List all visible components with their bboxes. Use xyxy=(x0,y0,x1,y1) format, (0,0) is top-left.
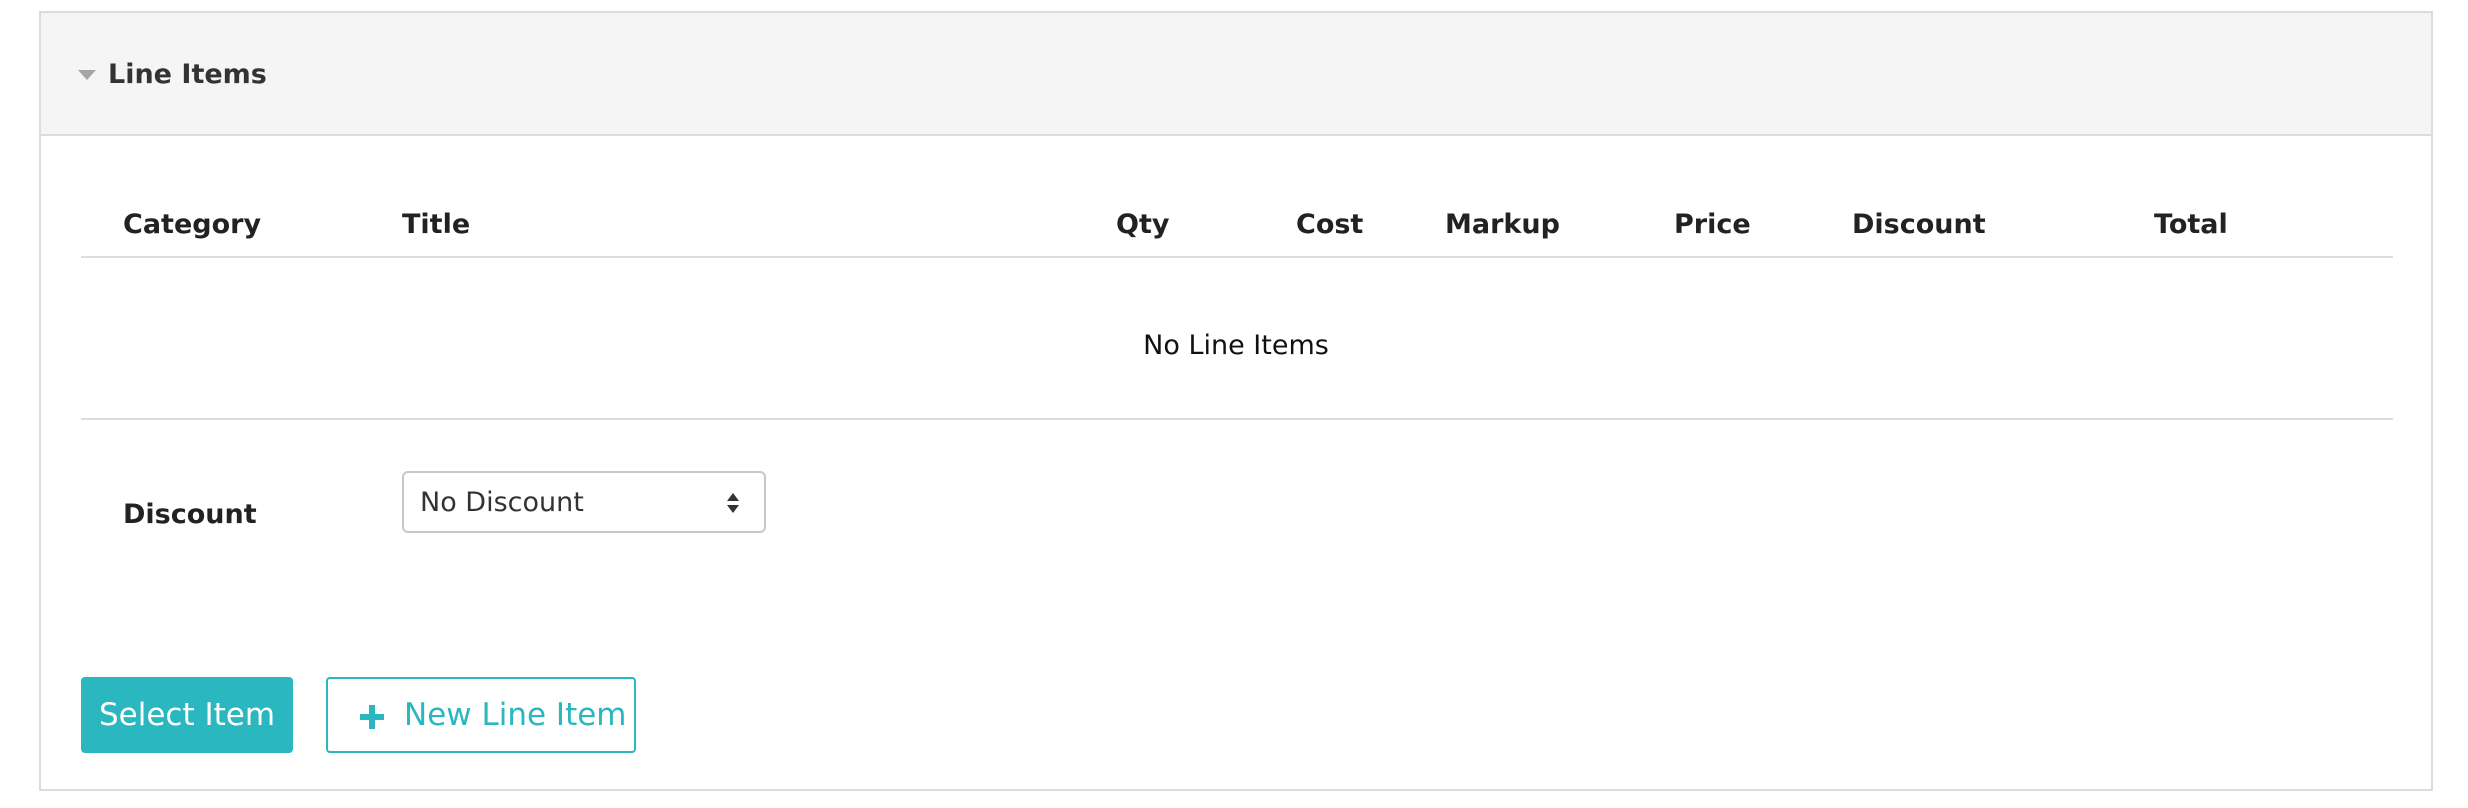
new-line-item-button[interactable]: New Line Item xyxy=(326,677,636,753)
column-header-category: Category xyxy=(123,209,262,240)
empty-table-message: No Line Items xyxy=(1143,330,1329,361)
plus-icon xyxy=(360,705,384,729)
table-header-divider xyxy=(81,256,2393,258)
column-header-title: Title xyxy=(402,209,471,240)
discount-select-value: No Discount xyxy=(420,487,584,518)
column-header-cost: Cost xyxy=(1296,209,1364,240)
caret-down-icon[interactable] xyxy=(78,70,96,80)
new-line-item-label: New Line Item xyxy=(404,697,627,733)
column-header-qty: Qty xyxy=(1116,209,1170,240)
select-item-button[interactable]: Select Item xyxy=(81,677,293,753)
panel-header[interactable]: Line Items xyxy=(41,13,2431,136)
column-header-price: Price xyxy=(1674,209,1751,240)
column-header-discount: Discount xyxy=(1852,209,1986,240)
column-header-total: Total xyxy=(2154,209,2228,240)
panel-title: Line Items xyxy=(108,59,267,90)
line-items-panel: Line Items Category Title Qty Cost Marku… xyxy=(39,11,2433,791)
table-footer-divider xyxy=(81,418,2393,420)
discount-select[interactable]: No Discount xyxy=(402,471,766,533)
sort-arrows-icon xyxy=(727,493,739,513)
discount-label: Discount xyxy=(123,499,257,530)
column-header-markup: Markup xyxy=(1445,209,1560,240)
